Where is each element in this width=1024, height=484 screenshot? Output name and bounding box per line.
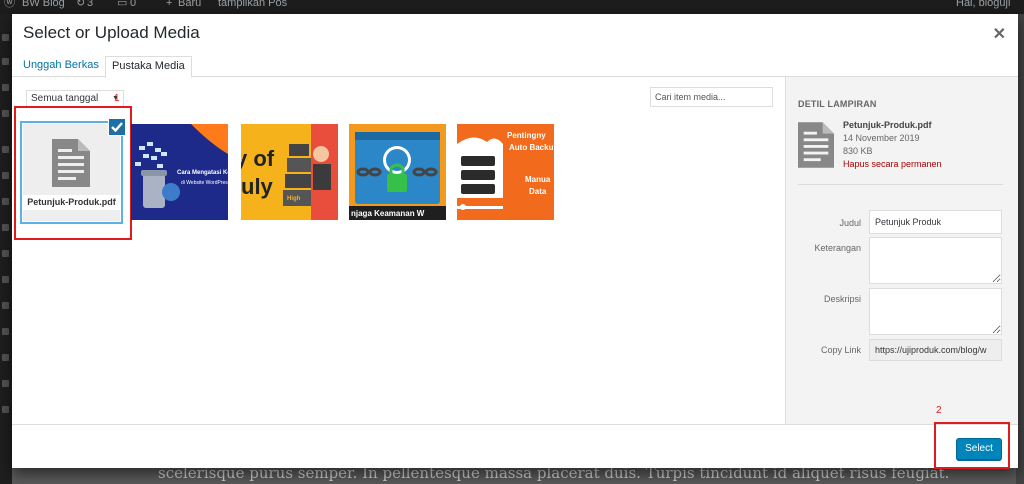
svg-text:Data: Data xyxy=(529,187,547,196)
annotation-box-1 xyxy=(14,106,132,240)
delete-permanently-link[interactable]: Hapus secara permanen xyxy=(843,159,942,169)
view-post-link[interactable]: tampilkan Pos xyxy=(218,0,287,9)
annotation-marker-2: 2 xyxy=(936,405,942,416)
new-content-link[interactable]: Baru xyxy=(178,0,201,9)
attachment-date: 14 November 2019 xyxy=(843,133,920,143)
media-router-tabs: Unggah Berkas Pustaka Media xyxy=(12,52,1018,78)
thumbnail-hosting-sale: y of uly High xyxy=(241,124,338,220)
modal-title: Select or Upload Media xyxy=(23,23,200,42)
site-name-link[interactable]: BW Blog xyxy=(22,0,65,9)
admin-bar: ⓦ BW Blog ↻ 3 ▭ 0 + Baru tampilkan Pos H… xyxy=(0,0,1024,14)
sidebar-divider xyxy=(798,184,1003,185)
title-field[interactable] xyxy=(869,210,1002,234)
svg-text:Manua: Manua xyxy=(525,175,551,184)
svg-text:di Website WordPress: di Website WordPress xyxy=(181,180,228,186)
svg-text:uly: uly xyxy=(241,174,274,199)
caption-label: Keterangan xyxy=(814,243,861,253)
attachment-details-sidebar: DETIL LAMPIRAN Petunjuk-Produk.pdf 14 No… xyxy=(785,77,1018,424)
attachment-details-heading: DETIL LAMPIRAN xyxy=(798,99,877,109)
tab-upload-files[interactable]: Unggah Berkas xyxy=(17,56,105,78)
svg-text:njaga Keamanan W: njaga Keamanan W xyxy=(351,209,425,218)
media-item-image[interactable]: njaga Keamanan W xyxy=(349,124,446,220)
copy-link-field[interactable] xyxy=(869,339,1002,361)
svg-text:y of: y of xyxy=(241,146,275,171)
tab-media-library[interactable]: Pustaka Media xyxy=(105,56,192,78)
thumbnail-wordpress-security: njaga Keamanan W xyxy=(349,124,446,220)
copy-link-label: Copy Link xyxy=(820,345,861,355)
updates-icon[interactable]: ↻ xyxy=(76,0,85,9)
admin-sidebar xyxy=(0,14,12,484)
search-media-input[interactable] xyxy=(650,87,773,107)
svg-text:Pentingny: Pentingny xyxy=(507,131,546,140)
date-filter-select[interactable]: Semua tanggal ▼ xyxy=(26,90,124,107)
date-filter-value: Semua tanggal xyxy=(31,93,99,104)
caption-field[interactable] xyxy=(869,237,1002,284)
media-item-image[interactable]: Pentingny Auto Backu Manua Data xyxy=(457,124,554,220)
comments-count: 0 xyxy=(130,0,137,9)
media-modal: Select or Upload Media ✕ Unggah Berkas P… xyxy=(12,14,1018,469)
svg-text:Auto Backu: Auto Backu xyxy=(509,143,554,152)
updates-count: 3 xyxy=(87,0,94,9)
attachment-filename: Petunjuk-Produk.pdf xyxy=(843,120,932,130)
comments-icon[interactable]: ▭ xyxy=(117,0,127,9)
description-label: Deskripsi xyxy=(823,294,861,304)
media-item-image[interactable]: y of uly High xyxy=(241,124,338,220)
attachment-size: 830 KB xyxy=(843,146,873,156)
annotation-box-2 xyxy=(934,422,1010,469)
svg-text:High: High xyxy=(287,196,301,202)
thumbnail-auto-backup: Pentingny Auto Backu Manua Data xyxy=(457,124,554,220)
user-greeting[interactable]: Hai, bloguji xyxy=(956,0,1010,9)
modal-footer-toolbar xyxy=(12,424,1018,468)
annotation-marker-1: 1 xyxy=(114,93,120,104)
wordpress-logo-icon[interactable]: ⓦ xyxy=(4,0,15,9)
new-plus-icon[interactable]: + xyxy=(166,0,172,9)
svg-text:Cara Mengatasi Komen: Cara Mengatasi Komen xyxy=(177,170,228,176)
thumbnail-comment-spam: Cara Mengatasi Komen di Website WordPres… xyxy=(131,124,228,220)
document-icon xyxy=(798,122,834,168)
media-item-image[interactable]: Cara Mengatasi Komen di Website WordPres… xyxy=(131,124,228,220)
close-icon[interactable]: ✕ xyxy=(993,24,1006,44)
title-label: Judul xyxy=(839,218,861,228)
description-field[interactable] xyxy=(869,288,1002,335)
